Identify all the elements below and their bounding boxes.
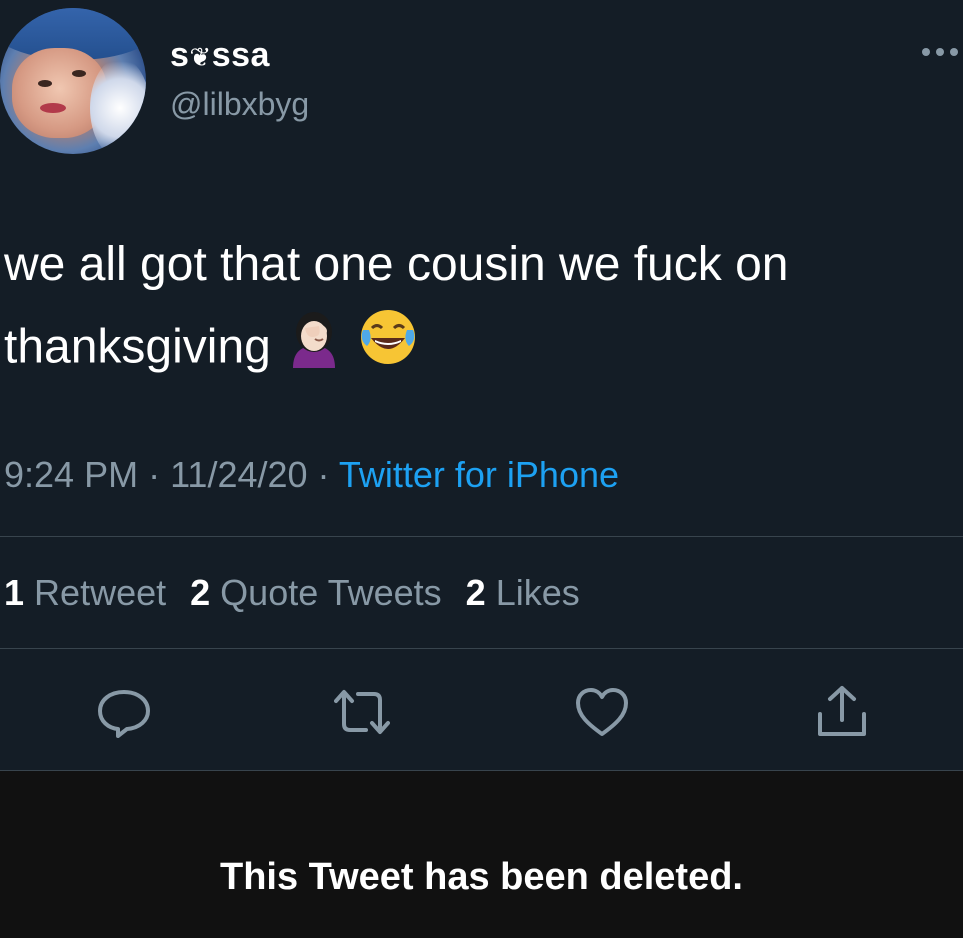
tweet-source-link[interactable]: Twitter for iPhone: [339, 454, 619, 495]
tweet-line-1: we all got that one cousin we fuck on: [4, 238, 789, 291]
more-dots-icon[interactable]: [918, 40, 963, 64]
tweet-meta: 9:24 PM · 11/24/20 · Twitter for iPhone: [4, 454, 620, 495]
deleted-banner: [0, 771, 963, 938]
quote-tweets-stat[interactable]: 2 Quote Tweets: [190, 572, 442, 613]
user-handle[interactable]: @lilbxbyg: [170, 86, 309, 123]
reply-icon[interactable]: [96, 684, 152, 740]
display-name[interactable]: s❦ssa: [170, 36, 270, 75]
likes-stat[interactable]: 2 Likes: [466, 572, 580, 613]
tweet-line-2: thanksgiving: [4, 306, 963, 394]
woman-facepalming-emoji: [283, 306, 345, 394]
heart-symbol: ❦: [189, 42, 212, 72]
divider: [0, 536, 963, 537]
face-with-tears-of-joy-emoji: [357, 306, 419, 394]
avatar[interactable]: [0, 8, 146, 154]
tweet-stats: 1 Retweet 2 Quote Tweets 2 Likes: [4, 572, 580, 614]
divider: [0, 648, 963, 649]
share-icon[interactable]: [814, 684, 870, 740]
like-icon[interactable]: [574, 684, 630, 740]
tweet-date[interactable]: 11/24/20: [170, 454, 307, 495]
deleted-notice: This Tweet has been deleted.: [220, 856, 743, 898]
retweet-icon[interactable]: [334, 684, 390, 740]
tweet-time[interactable]: 9:24 PM: [4, 454, 138, 495]
tweet-screen: s❦ssa @lilbxbyg we all got that one cous…: [0, 0, 963, 938]
tweet-text: we all got that one cousin we fuck on th…: [4, 224, 963, 394]
retweets-stat[interactable]: 1 Retweet: [4, 572, 166, 613]
